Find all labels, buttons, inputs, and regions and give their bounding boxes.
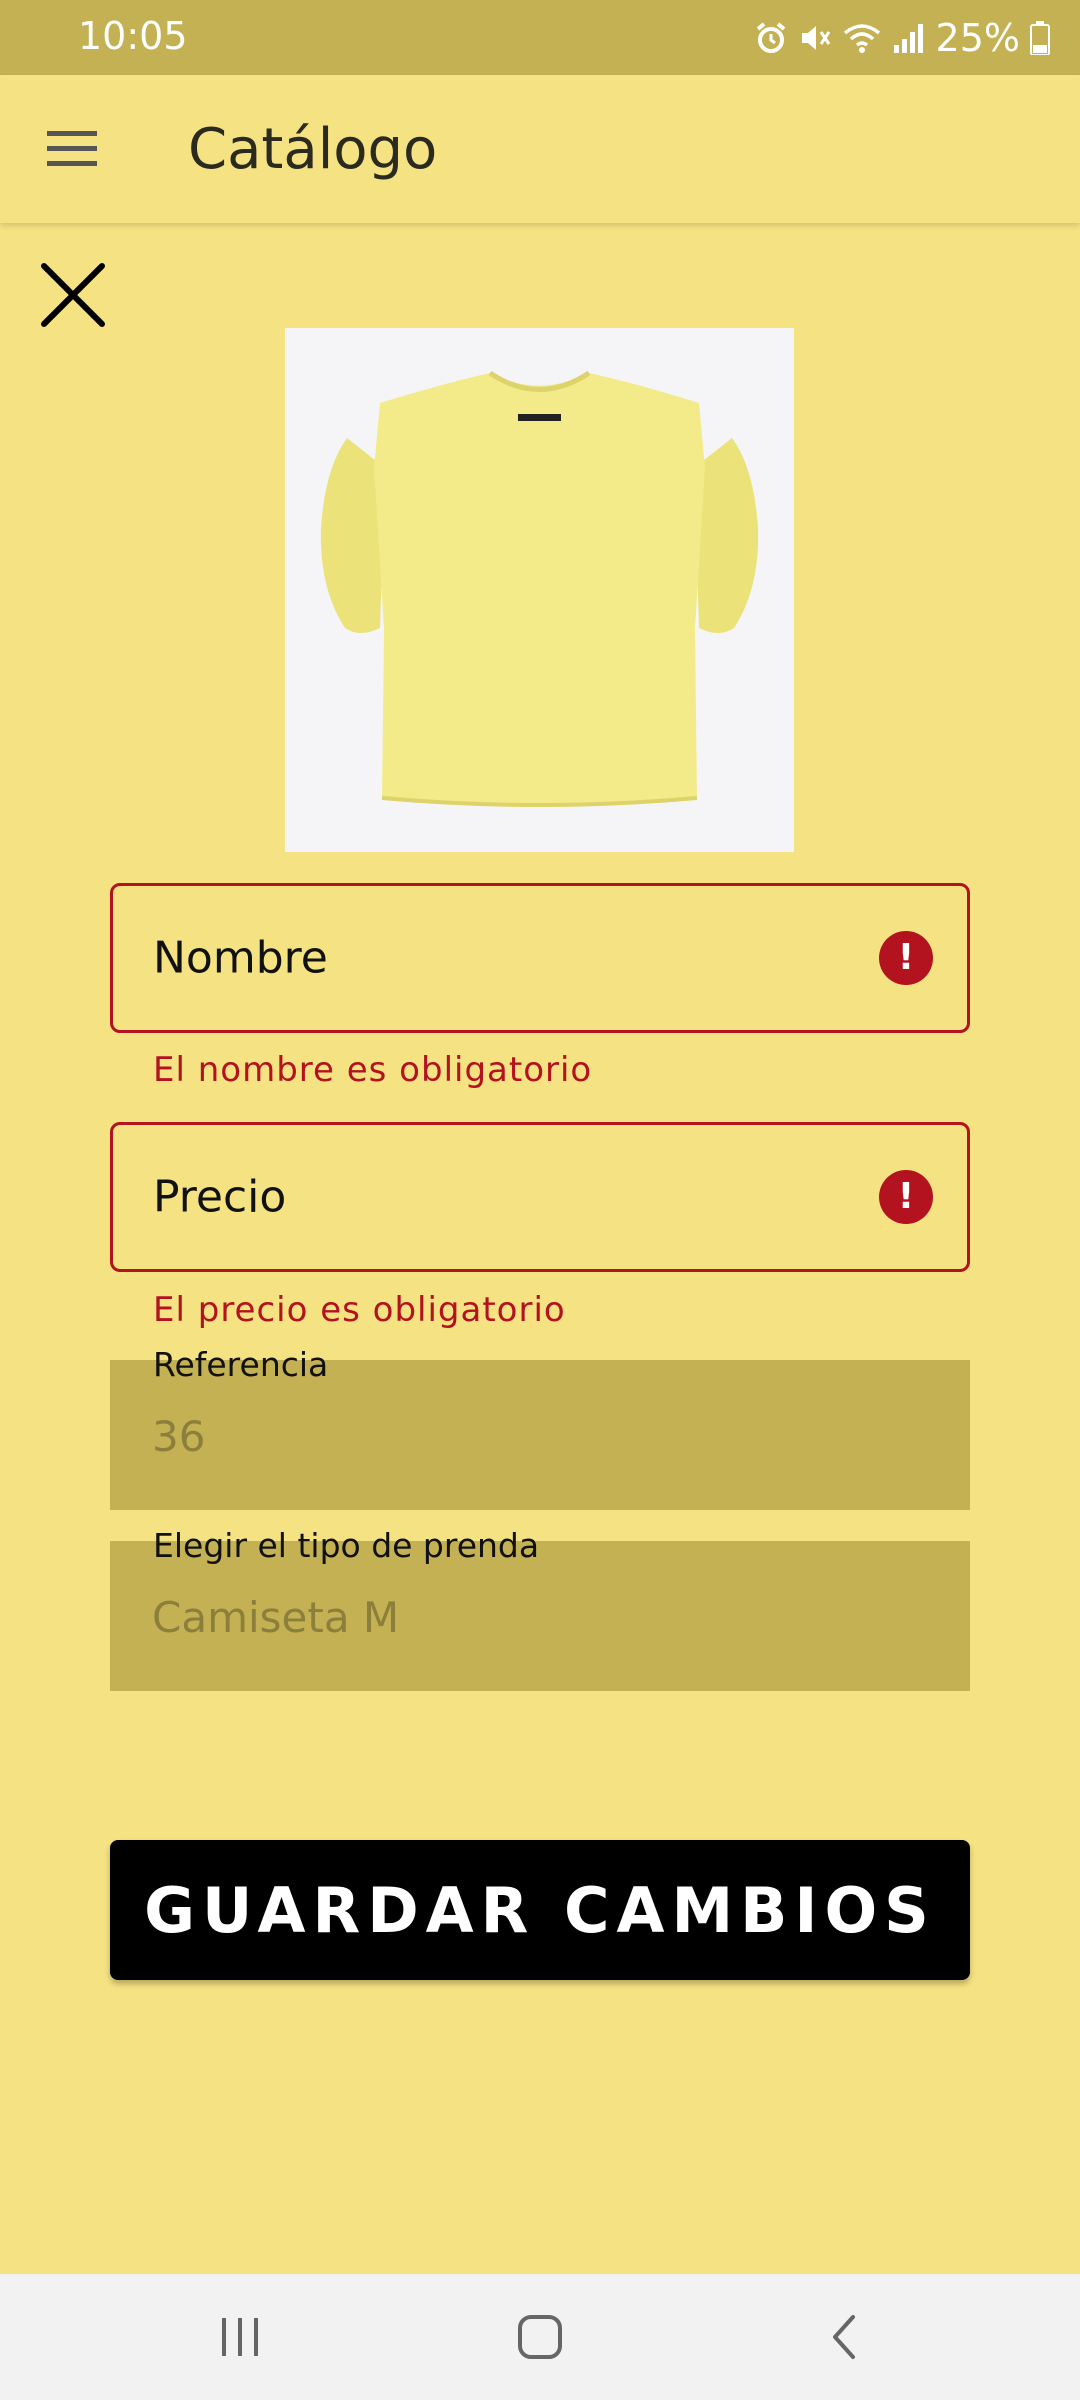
status-icons: 25% bbox=[754, 14, 1050, 62]
back-icon[interactable] bbox=[815, 2312, 875, 2362]
signal-icon bbox=[892, 21, 926, 55]
page-title: Catálogo bbox=[188, 117, 438, 182]
tshirt-image bbox=[320, 370, 759, 807]
error-icon: ! bbox=[879, 1170, 933, 1224]
name-field-label: Nombre bbox=[153, 932, 328, 984]
app-bar: Catálogo bbox=[0, 75, 1080, 223]
battery-icon bbox=[1030, 21, 1050, 55]
name-error-text: El nombre es obligatorio bbox=[153, 1050, 593, 1090]
menu-icon[interactable] bbox=[44, 123, 100, 175]
product-image bbox=[285, 328, 794, 852]
navigation-bar bbox=[0, 2274, 1080, 2400]
home-icon[interactable] bbox=[510, 2312, 570, 2362]
wifi-icon bbox=[842, 21, 882, 55]
status-bar: 10:05 25% bbox=[0, 0, 1080, 75]
alarm-icon bbox=[754, 21, 788, 55]
name-field[interactable]: Nombre ! bbox=[110, 883, 970, 1033]
error-icon: ! bbox=[879, 931, 933, 985]
mute-icon bbox=[798, 21, 832, 55]
reference-label: Referencia bbox=[153, 1345, 329, 1384]
save-changes-button[interactable]: GUARDAR CAMBIOS bbox=[110, 1840, 970, 1980]
battery-percent: 25% bbox=[935, 16, 1020, 60]
price-field[interactable]: Precio ! bbox=[110, 1122, 970, 1272]
close-icon[interactable] bbox=[36, 258, 110, 332]
garment-type-value: Camiseta M bbox=[152, 1593, 400, 1642]
garment-type-label: Elegir el tipo de prenda bbox=[153, 1526, 540, 1565]
price-field-label: Precio bbox=[153, 1171, 287, 1223]
price-error-text: El precio es obligatorio bbox=[153, 1290, 566, 1330]
reference-value: 36 bbox=[152, 1412, 206, 1461]
recents-icon[interactable] bbox=[210, 2312, 270, 2362]
status-time: 10:05 bbox=[78, 14, 188, 58]
